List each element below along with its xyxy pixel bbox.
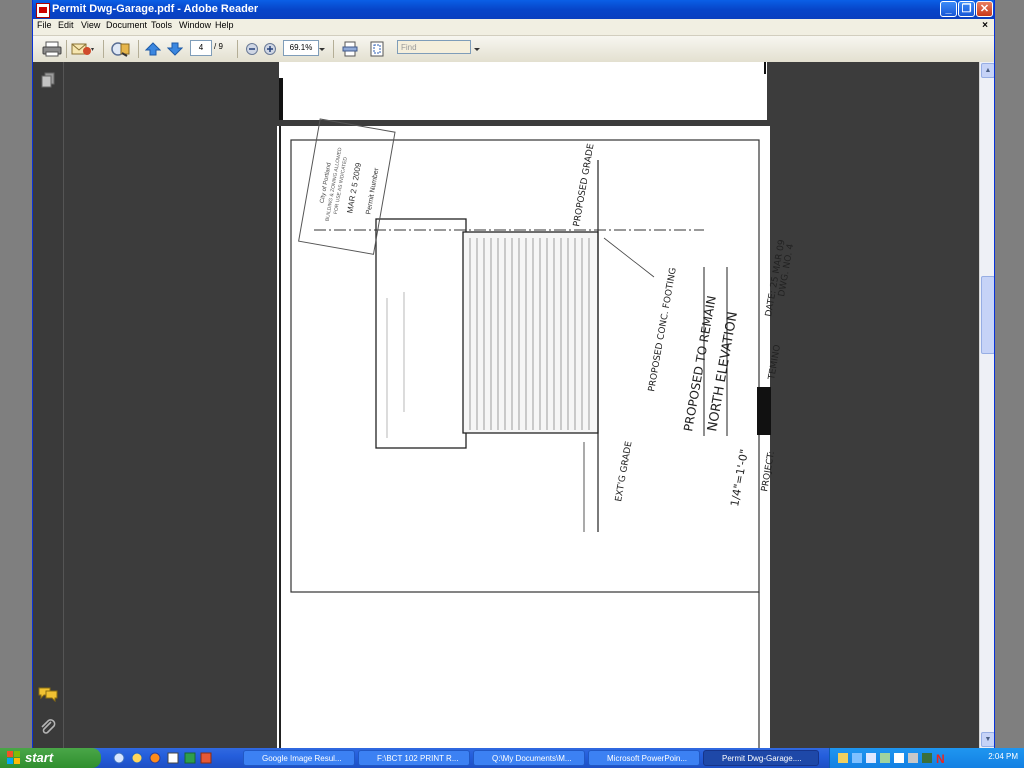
- window-title: Permit Dwg-Garage.pdf - Adobe Reader: [52, 3, 259, 15]
- pdf-pages: City of Portland BUILDING & ZONING ALLOW…: [277, 62, 796, 748]
- document-close-button[interactable]: ×: [982, 20, 988, 31]
- taskbar: start Google Image Resul... F:\BCT 102 P…: [0, 748, 1024, 768]
- start-label: start: [25, 750, 54, 765]
- previous-page: [279, 62, 767, 120]
- taskbar-item-powerpoint[interactable]: Microsoft PowerPoin...: [588, 750, 700, 766]
- page-total: / 9: [214, 42, 223, 51]
- zoom-level-input[interactable]: 69.1%: [283, 40, 319, 56]
- email-icon[interactable]: [71, 41, 95, 57]
- zoom-dropdown-icon[interactable]: [318, 41, 326, 57]
- scroll-up-button[interactable]: ▲: [981, 63, 994, 78]
- app-window: Permit Dwg-Garage.pdf - Adobe Reader _ ❐…: [32, 0, 995, 748]
- menu-help[interactable]: Help: [215, 20, 234, 30]
- current-page: City of Portland BUILDING & ZONING ALLOW…: [277, 118, 796, 748]
- close-button[interactable]: ✕: [976, 1, 993, 17]
- find-dropdown-icon[interactable]: [473, 41, 481, 57]
- attachments-icon[interactable]: [39, 718, 57, 736]
- toolbar-separator: [66, 40, 67, 58]
- scroll-down-button[interactable]: ▼: [981, 732, 994, 747]
- toolbar-separator: [333, 40, 334, 58]
- windows-logo-icon: [7, 751, 20, 764]
- previous-page-icon[interactable]: [145, 41, 161, 57]
- next-page-icon[interactable]: [167, 41, 183, 57]
- taskbar-item-adobe-reader[interactable]: Permit Dwg-Garage....: [703, 750, 819, 766]
- pages-panel-icon[interactable]: [41, 72, 55, 88]
- menu-document[interactable]: Document: [106, 20, 147, 30]
- svg-text:N: N: [936, 752, 945, 765]
- comments-icon[interactable]: [38, 686, 58, 702]
- clock: 2:04 PM: [988, 752, 1018, 761]
- menu-tools[interactable]: Tools: [151, 20, 172, 30]
- page-number-input[interactable]: 4: [190, 40, 212, 56]
- vertical-scrollbar[interactable]: ▲ ▼: [979, 62, 994, 748]
- find-input[interactable]: Find: [397, 40, 471, 54]
- printer-icon[interactable]: [42, 41, 62, 57]
- fit-width-icon[interactable]: [342, 41, 358, 57]
- taskbar-item-my-documents[interactable]: Q:\My Documents\M...: [473, 750, 585, 766]
- toolbar-separator: [138, 40, 139, 58]
- system-tray: N 2:04 PM: [829, 748, 1024, 768]
- task-label: Q:\My Documents\M...: [492, 754, 572, 763]
- scroll-thumb[interactable]: [981, 276, 994, 354]
- restore-button[interactable]: ❐: [958, 1, 975, 17]
- navigation-pane: [33, 62, 64, 748]
- toolbar-separator: [237, 40, 238, 58]
- menu-file[interactable]: File: [37, 20, 52, 30]
- adobe-reader-icon: [36, 3, 50, 18]
- minimize-button[interactable]: _: [940, 1, 957, 17]
- task-label: Microsoft PowerPoin...: [607, 754, 688, 763]
- menu-view[interactable]: View: [81, 20, 100, 30]
- quick-launch[interactable]: [112, 751, 212, 765]
- task-label: Google Image Resul...: [262, 754, 342, 763]
- search-icon[interactable]: [109, 41, 131, 57]
- tray-icons[interactable]: N: [838, 751, 950, 765]
- start-button[interactable]: start: [0, 748, 101, 768]
- taskbar-item-google-images[interactable]: Google Image Resul...: [243, 750, 355, 766]
- fit-page-icon[interactable]: [369, 41, 385, 57]
- toolbar-separator: [103, 40, 104, 58]
- task-label: F:\BCT 102 PRINT R...: [377, 754, 459, 763]
- menu-window[interactable]: Window: [179, 20, 211, 30]
- toolbar: 4 / 9 69.1% Find: [33, 36, 994, 63]
- taskbar-item-folder-f[interactable]: F:\BCT 102 PRINT R...: [358, 750, 470, 766]
- menu-bar: File Edit View Document Tools Window Hel…: [33, 19, 994, 36]
- zoom-out-icon[interactable]: [245, 41, 259, 57]
- zoom-in-icon[interactable]: [263, 41, 277, 57]
- menu-edit[interactable]: Edit: [58, 20, 74, 30]
- document-view[interactable]: City of Portland BUILDING & ZONING ALLOW…: [64, 62, 979, 748]
- task-label: Permit Dwg-Garage....: [722, 754, 802, 763]
- title-bar[interactable]: Permit Dwg-Garage.pdf - Adobe Reader _ ❐…: [33, 0, 994, 19]
- redaction-block: [757, 387, 771, 435]
